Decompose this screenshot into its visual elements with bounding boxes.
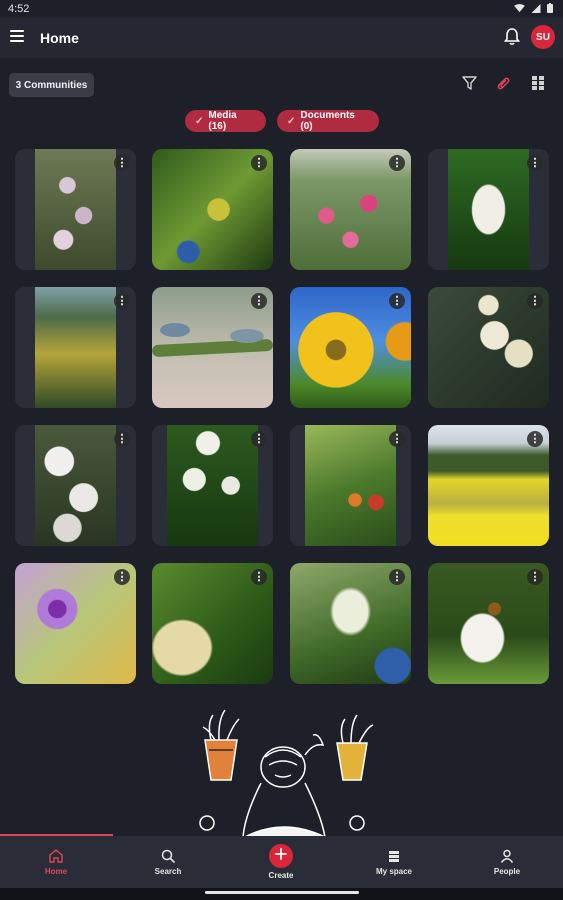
more-options-icon[interactable]: ⋮ bbox=[527, 155, 543, 171]
gesture-bar bbox=[0, 888, 563, 900]
attachment-icon[interactable] bbox=[497, 76, 511, 91]
nav-home[interactable]: Home bbox=[0, 836, 112, 888]
media-tile[interactable]: ⋮ bbox=[152, 149, 273, 270]
check-icon: ✓ bbox=[195, 115, 204, 127]
chip-label: Media (16) bbox=[208, 110, 237, 132]
more-options-icon[interactable]: ⋮ bbox=[251, 155, 267, 171]
status-icons bbox=[514, 3, 553, 13]
wifi-icon bbox=[514, 3, 525, 12]
create-button[interactable] bbox=[269, 844, 293, 868]
bell-icon[interactable] bbox=[504, 28, 520, 46]
more-options-icon[interactable]: ⋮ bbox=[389, 569, 405, 585]
more-options-icon[interactable]: ⋮ bbox=[251, 569, 267, 585]
more-options-icon[interactable]: ⋮ bbox=[114, 569, 130, 585]
nav-my-space[interactable]: My space bbox=[338, 836, 450, 888]
documents-filter-chip[interactable]: ✓ Documents (0) bbox=[277, 110, 379, 132]
media-tile[interactable]: ⋮ bbox=[152, 287, 273, 408]
battery-icon bbox=[547, 3, 553, 13]
media-tile[interactable]: ⋮ bbox=[290, 563, 411, 684]
check-icon: ✓ bbox=[287, 115, 296, 127]
nav-search[interactable]: Search bbox=[112, 836, 224, 888]
app-bar: Home SU bbox=[0, 18, 563, 58]
media-tile[interactable]: ⋮ bbox=[152, 425, 273, 546]
nav-create[interactable]: Create bbox=[225, 836, 337, 888]
signal-icon bbox=[531, 3, 541, 13]
media-filter-chip[interactable]: ✓ Media (16) bbox=[185, 110, 266, 132]
media-tile[interactable]: ⋮ bbox=[428, 425, 549, 546]
media-tile[interactable]: ⋮ bbox=[15, 563, 136, 684]
media-tile[interactable]: ⋮ bbox=[428, 287, 549, 408]
nav-label: Search bbox=[154, 866, 182, 876]
person-icon bbox=[500, 849, 514, 863]
search-icon bbox=[161, 849, 175, 863]
avatar[interactable]: SU bbox=[531, 25, 555, 49]
more-options-icon[interactable]: ⋮ bbox=[114, 431, 130, 447]
more-options-icon[interactable]: ⋮ bbox=[389, 155, 405, 171]
nav-label: Home bbox=[44, 866, 68, 876]
grid-view-icon[interactable] bbox=[532, 76, 544, 90]
filter-icon[interactable] bbox=[462, 76, 477, 90]
communities-button[interactable]: 3 Communities bbox=[9, 73, 94, 97]
bottom-navigation: Home Search Create My space People bbox=[0, 836, 563, 888]
media-tile[interactable]: ⋮ bbox=[15, 149, 136, 270]
more-options-icon[interactable]: ⋮ bbox=[251, 431, 267, 447]
home-gesture-handle[interactable] bbox=[205, 891, 359, 894]
more-options-icon[interactable]: ⋮ bbox=[527, 293, 543, 309]
media-tile[interactable]: ⋮ bbox=[290, 425, 411, 546]
plus-icon bbox=[275, 848, 287, 860]
more-options-icon[interactable]: ⋮ bbox=[251, 293, 267, 309]
media-tile[interactable]: ⋮ bbox=[290, 287, 411, 408]
meditation-illustration bbox=[199, 709, 374, 837]
media-tile[interactable]: ⋮ bbox=[428, 149, 549, 270]
home-icon bbox=[49, 848, 63, 863]
media-tile[interactable]: ⋮ bbox=[15, 425, 136, 546]
nav-people[interactable]: People bbox=[451, 836, 563, 888]
menu-icon[interactable] bbox=[10, 30, 24, 42]
more-options-icon[interactable]: ⋮ bbox=[114, 293, 130, 309]
more-options-icon[interactable]: ⋮ bbox=[527, 569, 543, 585]
stack-icon bbox=[389, 850, 399, 862]
media-tile[interactable]: ⋮ bbox=[428, 563, 549, 684]
more-options-icon[interactable]: ⋮ bbox=[527, 431, 543, 447]
media-tile[interactable]: ⋮ bbox=[290, 149, 411, 270]
status-time: 4:52 bbox=[8, 3, 30, 15]
media-tile[interactable]: ⋮ bbox=[152, 563, 273, 684]
more-options-icon[interactable]: ⋮ bbox=[114, 155, 130, 171]
more-options-icon[interactable]: ⋮ bbox=[389, 293, 405, 309]
status-bar: 4:52 bbox=[0, 0, 563, 18]
nav-label: People bbox=[493, 866, 521, 876]
more-options-icon[interactable]: ⋮ bbox=[389, 431, 405, 447]
chip-label: Documents (0) bbox=[300, 110, 355, 132]
media-tile[interactable]: ⋮ bbox=[15, 287, 136, 408]
page-title: Home bbox=[40, 30, 79, 46]
nav-label: My space bbox=[375, 866, 413, 876]
nav-label: Create bbox=[268, 871, 294, 880]
